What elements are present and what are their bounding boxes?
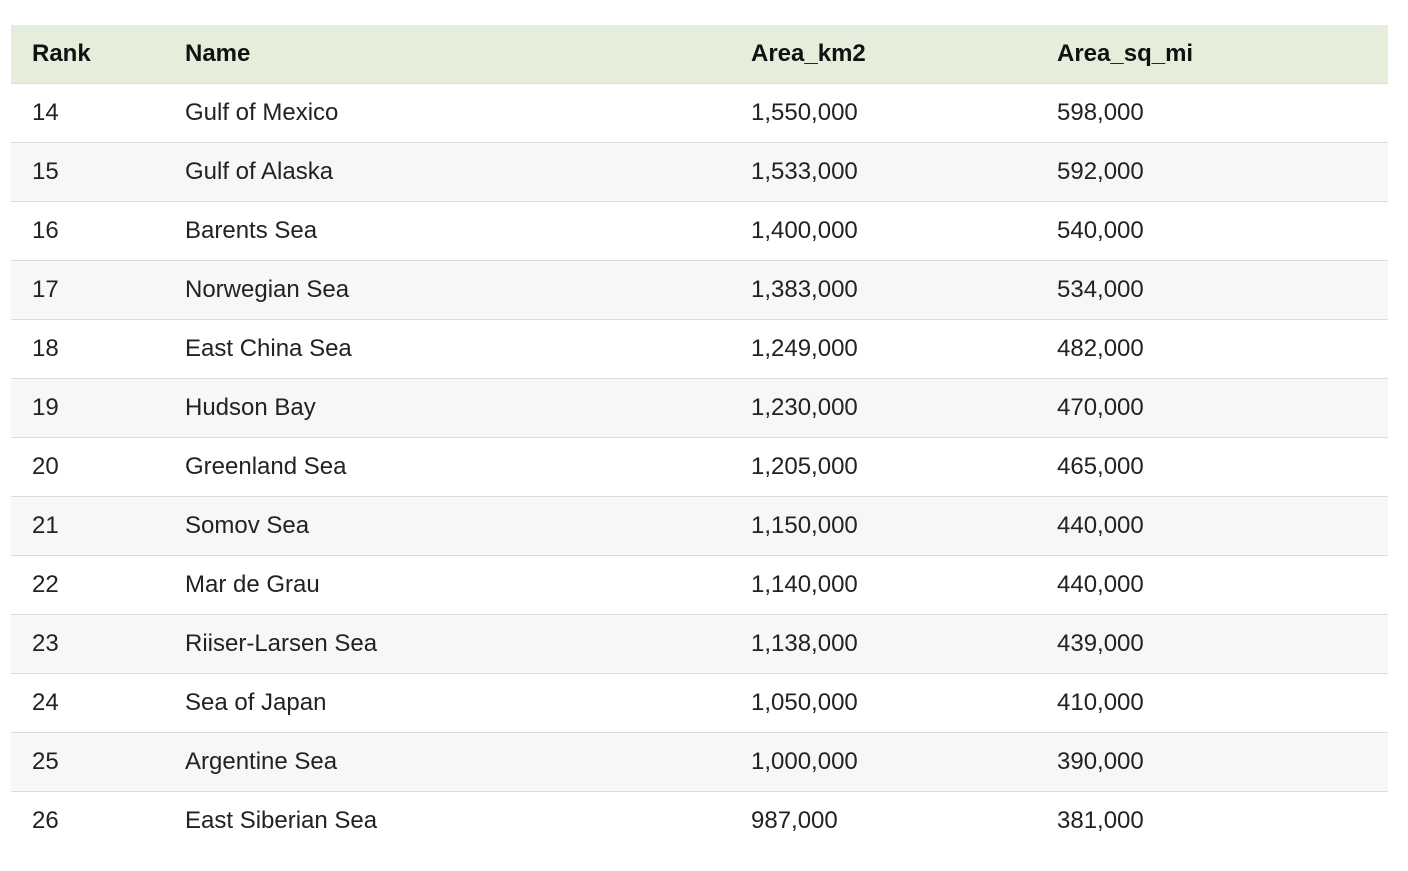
cell-area-sq-mi: 470,000: [1057, 393, 1144, 421]
seas-area-table: Rank Name Area_km2 Area_sq_mi 14 Gulf of…: [11, 25, 1388, 850]
cell-name: Gulf of Mexico: [185, 98, 339, 126]
table-row: 20 Greenland Sea 1,205,000 465,000: [11, 437, 1388, 496]
cell-name: Norwegian Sea: [185, 275, 350, 303]
cell-name: East China Sea: [185, 334, 352, 362]
cell-name: Riiser-Larsen Sea: [185, 629, 378, 657]
table-row: 18 East China Sea 1,249,000 482,000: [11, 319, 1388, 378]
table-row: 26 East Siberian Sea 987,000 381,000: [11, 791, 1388, 850]
cell-area-km2: 1,138,000: [751, 629, 858, 657]
table-row: 17 Norwegian Sea 1,383,000 534,000: [11, 260, 1388, 319]
cell-area-sq-mi: 482,000: [1057, 334, 1144, 362]
cell-rank: 16: [32, 216, 59, 244]
cell-area-km2: 1,550,000: [751, 98, 858, 126]
table-row: 19 Hudson Bay 1,230,000 470,000: [11, 378, 1388, 437]
cell-area-sq-mi: 440,000: [1057, 511, 1144, 539]
table-row: 21 Somov Sea 1,150,000 440,000: [11, 496, 1388, 555]
cell-name: Mar de Grau: [185, 570, 320, 598]
column-header-name[interactable]: Name: [164, 25, 730, 83]
table-row: 22 Mar de Grau 1,140,000 440,000: [11, 555, 1388, 614]
cell-area-sq-mi: 592,000: [1057, 157, 1144, 185]
table-header: Rank Name Area_km2 Area_sq_mi: [11, 25, 1388, 83]
cell-name: East Siberian Sea: [185, 806, 378, 834]
table-row: 16 Barents Sea 1,400,000 540,000: [11, 201, 1388, 260]
cell-area-sq-mi: 598,000: [1057, 98, 1144, 126]
cell-area-sq-mi: 410,000: [1057, 688, 1144, 716]
table-row: 14 Gulf of Mexico 1,550,000 598,000: [11, 83, 1388, 142]
cell-area-sq-mi: 465,000: [1057, 452, 1144, 480]
cell-area-km2: 1,400,000: [751, 216, 858, 244]
cell-name: Argentine Sea: [185, 747, 338, 775]
cell-area-km2: 1,050,000: [751, 688, 858, 716]
cell-area-sq-mi: 534,000: [1057, 275, 1144, 303]
cell-rank: 25: [32, 747, 59, 775]
cell-area-km2: 987,000: [751, 806, 838, 834]
column-header-area-sq-mi[interactable]: Area_sq_mi: [1036, 25, 1388, 83]
cell-name: Gulf of Alaska: [185, 157, 334, 185]
table-row: 24 Sea of Japan 1,050,000 410,000: [11, 673, 1388, 732]
cell-area-km2: 1,230,000: [751, 393, 858, 421]
seas-table-container: Rank Name Area_km2 Area_sq_mi 14 Gulf of…: [11, 25, 1388, 850]
cell-name: Greenland Sea: [185, 452, 347, 480]
column-header-rank[interactable]: Rank: [11, 25, 164, 83]
cell-rank: 26: [32, 806, 59, 834]
cell-area-km2: 1,533,000: [751, 157, 858, 185]
table-header-row: Rank Name Area_km2 Area_sq_mi: [11, 25, 1388, 83]
table-row: 23 Riiser-Larsen Sea 1,138,000 439,000: [11, 614, 1388, 673]
cell-area-sq-mi: 540,000: [1057, 216, 1144, 244]
cell-area-km2: 1,000,000: [751, 747, 858, 775]
table-body: 14 Gulf of Mexico 1,550,000 598,000 15 G…: [11, 83, 1388, 850]
table-row: 15 Gulf of Alaska 1,533,000 592,000: [11, 142, 1388, 201]
cell-rank: 19: [32, 393, 59, 421]
cell-area-km2: 1,140,000: [751, 570, 858, 598]
cell-name: Sea of Japan: [185, 688, 327, 716]
cell-name: Somov Sea: [185, 511, 310, 539]
cell-rank: 15: [32, 157, 59, 185]
cell-rank: 14: [32, 98, 59, 126]
cell-area-km2: 1,205,000: [751, 452, 858, 480]
cell-area-sq-mi: 381,000: [1057, 806, 1144, 834]
cell-rank: 23: [32, 629, 59, 657]
cell-area-km2: 1,150,000: [751, 511, 858, 539]
table-row: 25 Argentine Sea 1,000,000 390,000: [11, 732, 1388, 791]
cell-rank: 24: [32, 688, 59, 716]
cell-area-sq-mi: 440,000: [1057, 570, 1144, 598]
cell-rank: 22: [32, 570, 59, 598]
column-header-area-km2[interactable]: Area_km2: [730, 25, 1036, 83]
cell-rank: 17: [32, 275, 59, 303]
cell-area-km2: 1,383,000: [751, 275, 858, 303]
cell-rank: 20: [32, 452, 59, 480]
cell-name: Barents Sea: [185, 216, 318, 244]
cell-area-sq-mi: 390,000: [1057, 747, 1144, 775]
cell-name: Hudson Bay: [185, 393, 316, 421]
cell-rank: 18: [32, 334, 59, 362]
cell-rank: 21: [32, 511, 59, 539]
cell-area-km2: 1,249,000: [751, 334, 858, 362]
cell-area-sq-mi: 439,000: [1057, 629, 1144, 657]
